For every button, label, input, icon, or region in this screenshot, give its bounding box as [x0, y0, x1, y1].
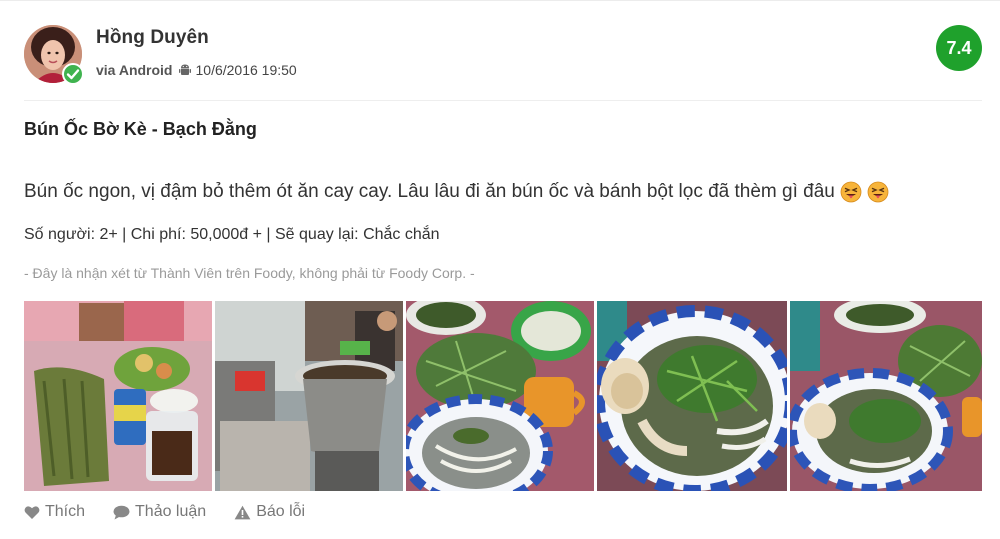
- squinting-tongue-emoji-icon: [840, 181, 862, 203]
- review-meta: via Android 10/6/2016 19:50: [96, 62, 297, 78]
- verified-check-icon: [62, 63, 84, 85]
- review-photo[interactable]: [24, 301, 212, 491]
- review-body-text: Bún ốc ngon, vị đậm bỏ thêm ót ăn cay ca…: [24, 181, 835, 202]
- review-header: Hồng Duyên via Android 10/6/2016 19:50: [24, 23, 984, 87]
- heart-icon: [24, 505, 40, 519]
- review-disclaimer: - Đây là nhận xét từ Thành Viên trên Foo…: [24, 265, 475, 281]
- via-platform: via Android: [96, 62, 173, 78]
- android-icon: [178, 63, 192, 77]
- warning-icon: [234, 505, 251, 519]
- review-datetime: 10/6/2016 19:50: [195, 62, 297, 78]
- review-title[interactable]: Bún Ốc Bờ Kè - Bạch Đằng: [24, 119, 257, 140]
- user-name[interactable]: Hồng Duyên: [96, 27, 209, 49]
- report-label: Báo lỗi: [256, 503, 306, 520]
- review-photo[interactable]: [406, 301, 594, 491]
- like-button[interactable]: Thích: [24, 503, 85, 521]
- header-divider: [24, 100, 982, 101]
- review-photo[interactable]: [790, 301, 982, 491]
- review-photo[interactable]: [597, 301, 787, 491]
- like-label: Thích: [45, 503, 86, 520]
- review-photo[interactable]: [215, 301, 403, 491]
- discuss-label: Thảo luận: [135, 503, 207, 520]
- review-body: Bún ốc ngon, vị đậm bỏ thêm ót ăn cay ca…: [24, 181, 889, 203]
- photo-gallery: [24, 301, 982, 491]
- review-actions: Thích Thảo luận Báo lỗi: [24, 501, 333, 523]
- review-card: Hồng Duyên via Android 10/6/2016 19:50 7…: [0, 0, 1000, 539]
- score-badge: 7.4: [936, 25, 982, 71]
- discuss-button[interactable]: Thảo luận: [113, 503, 206, 521]
- report-button[interactable]: Báo lỗi: [234, 503, 305, 521]
- comment-icon: [113, 505, 130, 519]
- review-stats: Số người: 2+ | Chi phí: 50,000đ + | Sẽ q…: [24, 226, 440, 243]
- squinting-tongue-emoji-icon: [867, 181, 889, 203]
